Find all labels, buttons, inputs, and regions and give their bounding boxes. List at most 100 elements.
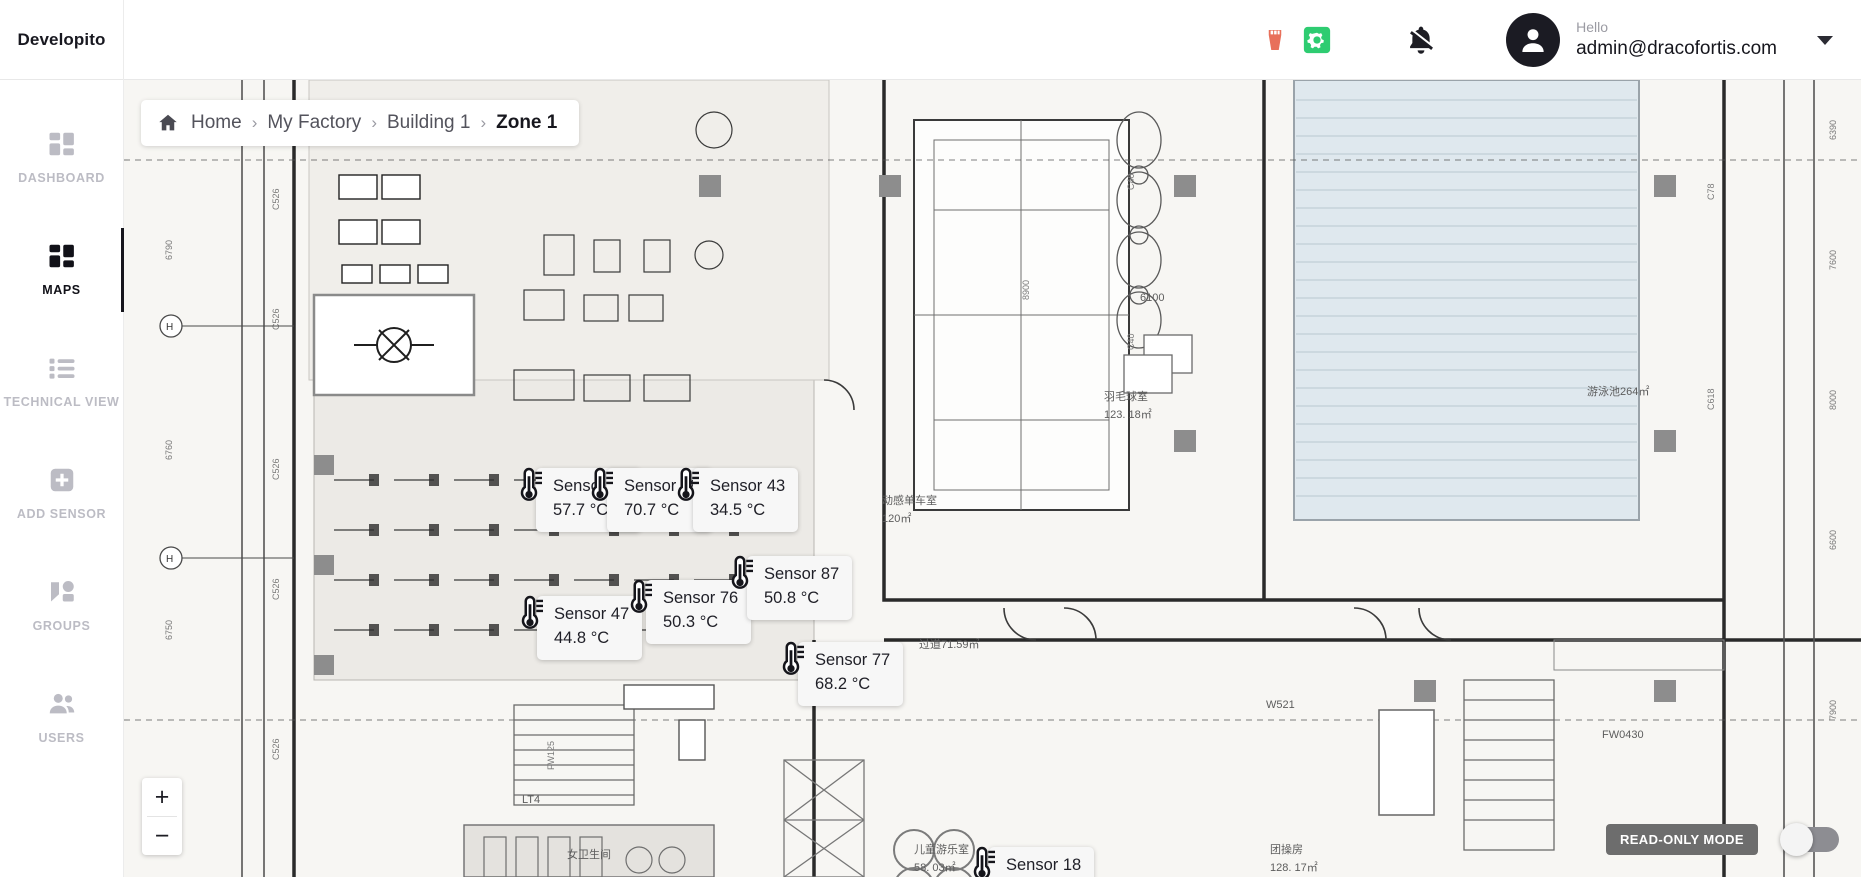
brand-logo[interactable]: Developito [0,0,124,80]
app-header: Developito Hello admin@dracofortis.com [0,0,1861,80]
sidebar-item-technical-view[interactable]: TECHNICAL VIEW [0,326,123,438]
sidebar-item-label: ADD SENSOR [16,507,107,522]
sensor-name: Sensor 77 [815,651,891,669]
floorplan-drawing: 6790 6760 6750 6760 6390 7600 8000 6600 … [124,80,1861,877]
readonly-mode-control: READ-ONLY MODE [1605,823,1839,856]
thermometer-icon [967,845,997,877]
sidebar-item-groups[interactable]: GROUPS [0,550,123,662]
sensor-name: Sensor 87 [764,565,840,583]
floorplan-label: LT4 [522,794,541,806]
gear-icon[interactable] [1302,25,1332,55]
floorplan-label: 女卫生间 [567,849,611,861]
svg-text:C526: C526 [271,578,281,600]
sidebar-item-label: TECHNICAL VIEW [3,395,120,410]
sensor-name: Sensor 47 [554,605,630,623]
hello-label: Hello [1576,19,1608,36]
svg-text:C526: C526 [271,308,281,330]
avatar[interactable] [1506,13,1561,67]
toggle-knob [1780,823,1813,856]
users-icon [47,689,77,719]
svg-text:6750: 6750 [164,620,174,640]
breadcrumb: Home › My Factory › Building 1 › Zone 1 [141,100,580,146]
thermometer-icon [671,466,701,504]
sensor-value: 68.2 °C [815,674,871,693]
user-email: admin@dracofortis.com [1576,37,1777,59]
sensor-value: 44.8 °C [554,628,610,647]
svg-text:H: H [166,554,173,565]
thermometer-icon [776,640,806,678]
valve-icon[interactable] [1260,25,1290,55]
svg-text:C78: C78 [1706,183,1716,200]
floorplan-label: FW0430 [1602,729,1644,741]
thermometer-icon [585,466,615,504]
sensor-tooltip: Sensor 77 68.2 °C [798,642,904,706]
floorplan-label: 6100 [1140,292,1165,304]
application-root: 6790 6760 6750 6760 6390 7600 8000 6600 … [0,0,1861,877]
breadcrumb-item-my-factory[interactable]: My Factory [267,112,361,134]
header-actions: Hello admin@dracofortis.com [1260,0,1833,80]
breadcrumb-separator: › [251,113,258,132]
sidebar-item-add-sensor[interactable]: ADD SENSOR [0,438,123,550]
svg-text:6390: 6390 [1828,120,1838,140]
breadcrumb-item-zone-1[interactable]: Zone 1 [496,112,557,134]
sensor-value: 50.8 °C [764,588,820,607]
dashboard-icon [47,129,77,159]
floorplan-label: 120㎡ [882,513,912,525]
zoom-out-button[interactable]: − [142,817,182,855]
sensor-value: 34.5 °C [710,500,766,519]
floorplan-label: 羽毛球室 [1104,391,1148,403]
breadcrumb-item-home[interactable]: Home [191,112,242,134]
sensor-tooltip: Sensor 43 34.5 °C [693,468,799,532]
breadcrumb-separator: › [371,113,377,132]
sidebar-item-maps[interactable]: MAPS [0,214,124,326]
zoom-in-button[interactable]: + [142,778,182,816]
thermometer-icon [514,466,544,504]
svg-text:H: H [166,322,173,333]
svg-text:C526: C526 [271,188,281,210]
svg-text:C40: C40 [1126,173,1136,190]
breadcrumb-separator: › [480,113,487,132]
svg-text:C618: C618 [1706,388,1716,410]
svg-text:8000: 8000 [1828,390,1838,410]
sidebar-nav: DASHBOARD MAPS TECHNICAL VIEW ADD SENSOR… [0,80,124,877]
svg-text:C526: C526 [271,458,281,480]
home-icon[interactable] [157,112,179,134]
floorplan-label: 过道71.59㎡ [919,639,980,651]
sensor-value: 50.3 °C [663,612,719,631]
thermometer-icon [624,578,654,616]
bell-muted-icon[interactable] [1404,23,1438,57]
breadcrumb-item-building-1[interactable]: Building 1 [387,112,470,134]
plus-square-icon [47,465,77,495]
floorplan-label: 128. 17㎡ [1270,862,1318,874]
svg-text:6760: 6760 [164,440,174,460]
floorplan-label: 游泳池264㎡ [1587,386,1650,398]
brand-name: Developito [17,30,106,49]
svg-text:7900: 7900 [1828,700,1838,720]
svg-text:6790: 6790 [164,240,174,260]
chevron-down-icon[interactable] [1817,35,1833,45]
map-zoom-controls: + − [142,778,182,855]
sidebar-item-users[interactable]: USERS [0,662,123,774]
svg-text:C40: C40 [1126,333,1136,350]
thermometer-icon [515,594,545,632]
sensor-name: Sensor 18 [1006,856,1082,874]
svg-text:C526: C526 [271,738,281,760]
groups-icon [47,577,77,607]
sensor-tooltip: Sensor 1838.3 °C [989,847,1095,877]
list-icon [47,353,77,383]
svg-text:8900: 8900 [1021,280,1031,300]
thermometer-icon [725,554,755,592]
sidebar-item-label: MAPS [42,283,81,298]
sidebar-item-dashboard[interactable]: DASHBOARD [0,102,123,214]
floorplan-map[interactable]: 6790 6760 6750 6760 6390 7600 8000 6600 … [124,80,1861,877]
floorplan-label: 动感单车室 [882,495,937,507]
readonly-mode-toggle[interactable] [1780,823,1839,856]
floorplan-label: 儿童游乐室 [914,844,969,856]
svg-text:FW125: FW125 [546,741,556,770]
svg-text:6600: 6600 [1828,530,1838,550]
sidebar-item-label: GROUPS [32,619,91,634]
sidebar-item-label: USERS [38,731,85,746]
svg-text:7600: 7600 [1828,250,1838,270]
sidebar-item-label: DASHBOARD [18,171,105,186]
floorplan-label: 58. 03㎡ [914,862,956,874]
